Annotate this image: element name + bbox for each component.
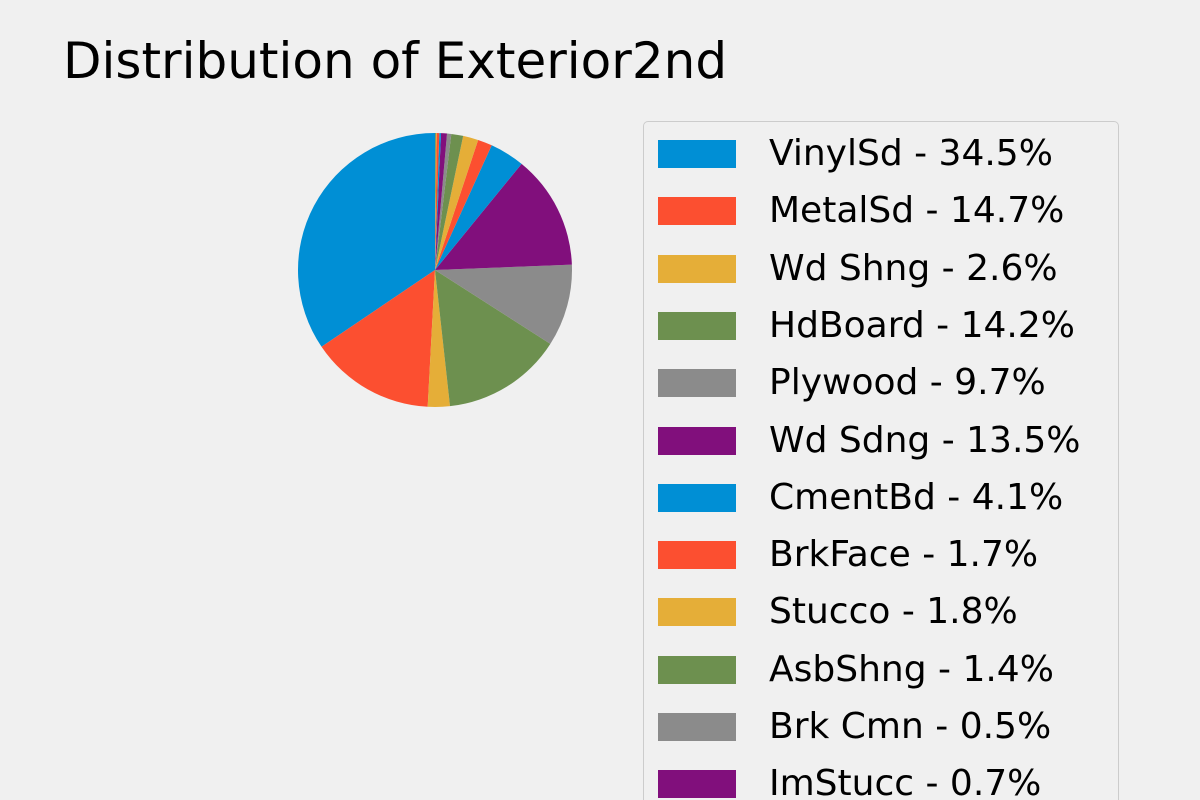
legend-entry: Wd Shng - 2.6%: [658, 244, 1058, 294]
legend-swatch: [658, 311, 736, 340]
legend-entry: ImStucc - 0.7%: [658, 759, 1041, 800]
legend-label: BrkFace - 1.7%: [769, 534, 1039, 576]
legend-entry: MetalSd - 14.7%: [658, 186, 1064, 236]
legend-swatch: [658, 483, 736, 512]
legend-label: Brk Cmn - 0.5%: [769, 706, 1052, 747]
legend-label: Wd Shng - 2.6%: [769, 247, 1058, 289]
legend-entry: Brk Cmn - 0.5%: [658, 702, 1051, 752]
legend-entry: Wd Sdng - 13.5%: [658, 416, 1081, 466]
legend-label: MetalSd - 14.7%: [769, 190, 1065, 232]
legend-label: HdBoard - 14.2%: [769, 304, 1075, 346]
legend-swatch: [658, 197, 736, 226]
legend: VinylSd - 34.5% MetalSd - 14.7% Wd Shng - …: [643, 121, 1119, 800]
legend-swatch: [658, 598, 736, 627]
legend-entry: Plywood - 9.7%: [658, 358, 1046, 408]
legend-swatch: [658, 426, 736, 455]
legend-entry: CmentBd - 4.1%: [658, 473, 1063, 523]
legend-label: ImStucc - 0.7%: [769, 763, 1042, 800]
legend-label: Wd Sdng - 13.5%: [769, 419, 1081, 461]
legend-label: VinylSd - 34.5%: [769, 133, 1053, 174]
chart-container: Distribution of Exterior2nd VinylSd - 34…: [0, 0, 1200, 800]
legend-label: AsbShng - 1.4%: [769, 648, 1054, 690]
legend-label: CmentBd - 4.1%: [769, 476, 1064, 518]
legend-label: Plywood - 9.7%: [769, 362, 1046, 404]
legend-swatch: [658, 541, 736, 570]
legend-entry: HdBoard - 14.2%: [658, 301, 1075, 351]
legend-entry: AsbShng - 1.4%: [658, 645, 1054, 695]
legend-swatch: [658, 770, 736, 799]
legend-swatch: [658, 713, 736, 741]
legend-label: Stucco - 1.8%: [769, 591, 1018, 633]
legend-swatch: [658, 254, 736, 283]
legend-entry: VinylSd - 34.5%: [658, 129, 1053, 179]
legend-swatch: [658, 369, 736, 398]
legend-swatch: [658, 140, 736, 168]
legend-entry: Stucco - 1.8%: [658, 587, 1018, 637]
legend-swatch: [658, 655, 736, 684]
legend-entry: BrkFace - 1.7%: [658, 530, 1038, 580]
